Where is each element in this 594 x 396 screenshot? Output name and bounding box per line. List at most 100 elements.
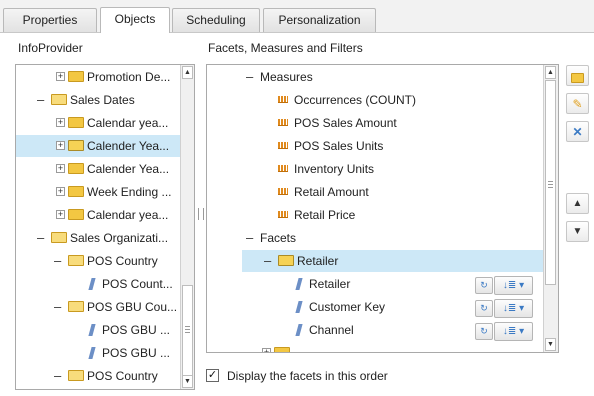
- facet-group-label: Retailer: [297, 254, 339, 268]
- expand-icon[interactable]: +: [56, 210, 65, 220]
- tree-item-label: POS Country: [87, 369, 158, 383]
- pencil-icon: ✎: [572, 97, 583, 111]
- tree-item[interactable]: – Sales Dates: [16, 89, 182, 111]
- delete-button[interactable]: ✕: [566, 121, 589, 142]
- tab-bar: Properties Objects Scheduling Personaliz…: [0, 0, 594, 33]
- tree-item-selected[interactable]: + Calender Yea...: [16, 135, 182, 157]
- expand-icon[interactable]: +: [56, 187, 65, 197]
- tree-item[interactable]: – POS Country: [16, 250, 182, 272]
- infoprovider-title: InfoProvider: [18, 41, 83, 55]
- tree-item[interactable]: + Calender Yea...: [16, 158, 182, 180]
- move-up-button[interactable]: ▲: [566, 193, 589, 214]
- tree-item[interactable]: POS GBU ...: [16, 342, 182, 364]
- sort-dropdown[interactable]: ↓≣ ▾: [494, 276, 533, 295]
- collapse-icon[interactable]: –: [54, 300, 63, 313]
- measure-label: Inventory Units: [294, 162, 375, 176]
- tree-item[interactable]: POS GBU ...: [16, 319, 182, 341]
- collapse-icon[interactable]: –: [54, 369, 63, 382]
- rename-button[interactable]: ✎: [566, 93, 589, 114]
- folder-icon: [68, 209, 84, 221]
- facet-label: Channel: [309, 323, 354, 337]
- measure-label: Retail Price: [294, 208, 356, 222]
- collapse-icon[interactable]: –: [246, 231, 255, 244]
- facet-label: Retailer: [309, 277, 351, 291]
- sort-dropdown[interactable]: ↓≣ ▾: [494, 299, 533, 318]
- measure-icon: [278, 142, 288, 150]
- right-scrollbar[interactable]: ▲ ▼: [543, 65, 558, 352]
- tab-properties[interactable]: Properties: [3, 8, 97, 32]
- tree-item-label: POS Count...: [102, 277, 173, 291]
- arrow-down-icon: ▼: [572, 226, 583, 237]
- expand-icon[interactable]: +: [56, 118, 65, 128]
- new-folder-button[interactable]: [566, 65, 589, 86]
- tree-item[interactable]: – POS Country: [16, 365, 182, 387]
- tree-item-label: Calendar yea...: [87, 116, 169, 130]
- measure-icon: [278, 119, 288, 127]
- filter-icon: ↻: [480, 326, 488, 336]
- tree-item[interactable]: – Sales Organizati...: [16, 227, 182, 249]
- tree-item[interactable]: + Calendar yea...: [16, 204, 182, 226]
- folder-open-icon: [51, 94, 67, 106]
- tab-scheduling[interactable]: Scheduling: [172, 8, 260, 32]
- folder-icon: [278, 255, 294, 267]
- expand-icon[interactable]: +: [262, 348, 271, 352]
- measure-item[interactable]: Inventory Units: [207, 158, 545, 180]
- collapse-icon[interactable]: –: [264, 254, 273, 267]
- expand-icon[interactable]: +: [56, 141, 65, 151]
- expand-icon[interactable]: +: [56, 164, 65, 174]
- tree-item[interactable]: POS Count...: [16, 273, 182, 295]
- move-down-button[interactable]: ▼: [566, 221, 589, 242]
- facet-label: Customer Key: [309, 300, 386, 314]
- characteristic-icon: [88, 277, 96, 290]
- tree-item[interactable]: – POS GBU Cou...: [16, 296, 182, 318]
- sort-icon: ↓≣ ▾: [502, 303, 525, 314]
- measure-icon: [278, 211, 288, 219]
- scroll-thumb[interactable]: [182, 285, 193, 377]
- scroll-down-icon[interactable]: ▼: [545, 338, 556, 351]
- expand-icon[interactable]: +: [56, 72, 65, 82]
- tree-item[interactable]: + Promotion De...: [16, 66, 182, 88]
- folder-icon: [68, 163, 84, 175]
- tab-objects[interactable]: Objects: [100, 7, 170, 33]
- filter-button[interactable]: ↻: [475, 300, 493, 317]
- tree-item-label: POS GBU ...: [102, 323, 171, 337]
- tree-item-label: POS GBU Cou...: [87, 300, 178, 314]
- measure-item[interactable]: Retail Amount: [207, 181, 545, 203]
- scroll-down-icon[interactable]: ▼: [182, 375, 193, 388]
- measure-item[interactable]: Occurrences (COUNT): [207, 89, 545, 111]
- tree-item[interactable]: + Week Ending ...: [16, 181, 182, 203]
- arrow-up-icon: ▲: [572, 198, 583, 209]
- folder-open-icon: [51, 232, 67, 244]
- sort-dropdown[interactable]: ↓≣ ▾: [494, 322, 533, 341]
- measure-item[interactable]: POS Sales Amount: [207, 112, 545, 134]
- facet-group-retailer[interactable]: – Retailer: [242, 250, 545, 272]
- tree-item[interactable]: + Calendar yea...: [16, 112, 182, 134]
- collapse-icon[interactable]: –: [37, 231, 46, 244]
- facets-node[interactable]: – Facets: [207, 227, 545, 249]
- facet-group-partial[interactable]: +: [207, 342, 545, 352]
- filter-button[interactable]: ↻: [475, 277, 493, 294]
- tree-item-label: Sales Organizati...: [70, 231, 169, 245]
- facets-label: Facets: [260, 231, 297, 245]
- splitter-grip[interactable]: [198, 208, 204, 220]
- scroll-thumb[interactable]: [545, 80, 556, 285]
- filter-icon: ↻: [480, 280, 488, 290]
- collapse-icon[interactable]: –: [37, 93, 46, 106]
- measure-item[interactable]: Retail Price: [207, 204, 545, 226]
- tab-personalization[interactable]: Personalization: [263, 8, 376, 32]
- left-scrollbar[interactable]: ▲ ▼: [180, 65, 194, 389]
- sort-icon: ↓≣ ▾: [502, 326, 525, 337]
- measure-item[interactable]: POS Sales Units: [207, 135, 545, 157]
- measure-icon: [278, 165, 288, 173]
- tree-item-label: Week Ending ...: [87, 185, 172, 199]
- characteristic-icon: [295, 300, 303, 313]
- measure-label: POS Sales Units: [294, 139, 384, 153]
- scroll-up-icon[interactable]: ▲: [182, 66, 193, 79]
- collapse-icon[interactable]: –: [246, 70, 255, 83]
- collapse-icon[interactable]: –: [54, 254, 63, 267]
- tree-item-label: Calender Yea...: [87, 139, 170, 153]
- scroll-up-icon[interactable]: ▲: [545, 66, 556, 79]
- display-order-checkbox[interactable]: ✓: [206, 369, 219, 382]
- measures-node[interactable]: – Measures: [207, 66, 545, 88]
- filter-button[interactable]: ↻: [475, 323, 493, 340]
